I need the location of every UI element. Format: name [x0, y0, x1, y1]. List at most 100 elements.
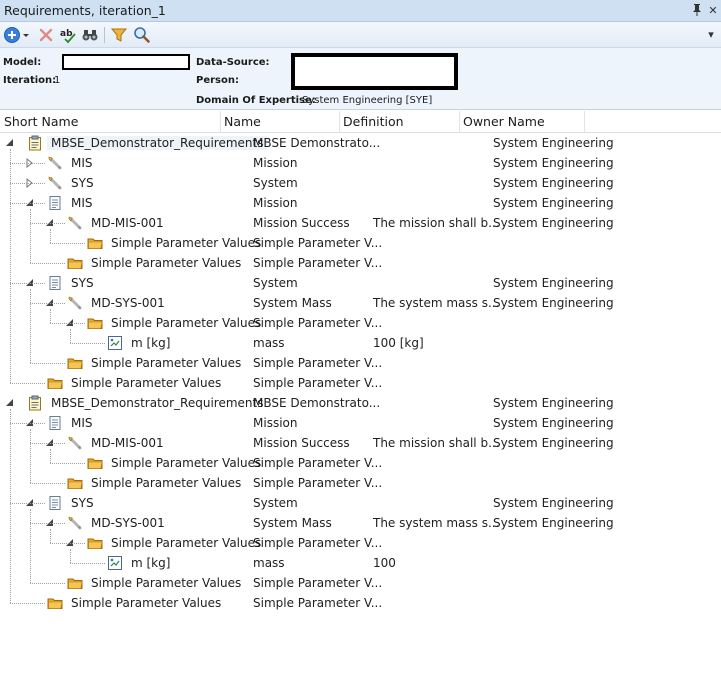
tree-row[interactable]: MBSE_Demonstrator_Requirements MBSE Demon…	[0, 133, 721, 153]
tree-row[interactable]: Simple Parameter Values Simple Parameter …	[0, 313, 721, 333]
tree-row[interactable]: SYS System System Engineering	[0, 493, 721, 513]
grid-header: Short Name Name Definition Owner Name	[0, 111, 721, 133]
tree-connector-line	[70, 343, 105, 344]
window-titlebar: Requirements, iteration_1 ✕	[0, 0, 721, 22]
owner-name-cell: System Engineering	[493, 196, 614, 210]
owner-name-cell: System Engineering	[493, 136, 614, 150]
tree-row[interactable]: Simple Parameter Values Simple Parameter …	[0, 593, 721, 613]
parameter-icon	[107, 335, 123, 351]
tree-row[interactable]: Simple Parameter Values Simple Parameter …	[0, 373, 721, 393]
tree-row[interactable]: MIS Mission System Engineering	[0, 153, 721, 173]
pin-icon[interactable]	[690, 3, 704, 18]
toolbar-overflow-chevron-icon[interactable]: ▾	[704, 27, 718, 42]
short-name-cell: MIS	[71, 196, 93, 210]
name-cell: mass	[253, 336, 285, 350]
tree-row[interactable]: Simple Parameter Values Simple Parameter …	[0, 473, 721, 493]
tree-row[interactable]: Simple Parameter Values Simple Parameter …	[0, 233, 721, 253]
column-header-short-name[interactable]: Short Name	[4, 114, 78, 129]
tree-connector-line	[50, 323, 85, 324]
name-cell: System Mass	[253, 296, 332, 310]
add-icon[interactable]	[3, 26, 21, 44]
tree-connector-line	[10, 423, 45, 424]
definition-cell: 100	[373, 556, 396, 570]
delete-icon[interactable]	[37, 26, 55, 44]
iteration-label: Iteration:	[3, 75, 57, 86]
column-divider[interactable]	[584, 111, 585, 133]
folder-icon	[47, 375, 63, 391]
name-cell: Simple Parameter V...	[253, 376, 383, 390]
tree-connector-line	[10, 149, 11, 383]
short-name-cell: MIS	[71, 416, 93, 430]
short-name-cell: Simple Parameter Values	[111, 236, 262, 250]
tree-row[interactable]: Simple Parameter Values Simple Parameter …	[0, 533, 721, 553]
column-header-owner-name[interactable]: Owner Name	[463, 114, 545, 129]
tree-row[interactable]: MIS Mission System Engineering	[0, 413, 721, 433]
tree-row[interactable]: MD-SYS-001 System Mass The system mass s..…	[0, 293, 721, 313]
wrench-icon	[67, 295, 83, 311]
name-cell: Mission	[253, 416, 298, 430]
spellcheck-icon[interactable]: ab	[59, 26, 77, 44]
tree-row[interactable]: Simple Parameter Values Simple Parameter …	[0, 573, 721, 593]
tree-row[interactable]: MD-MIS-001 Mission Success The mission sha…	[0, 213, 721, 233]
magnifier-icon[interactable]	[133, 26, 151, 44]
short-name-cell: MBSE_Demonstrator_Requirements	[47, 136, 268, 150]
domain-value: System Engineering [SYE]	[302, 95, 433, 106]
tree-connector-line	[30, 289, 31, 363]
toolbar-separator	[104, 27, 105, 43]
tree-connector-line	[30, 263, 65, 264]
tree-row[interactable]: Simple Parameter Values Simple Parameter …	[0, 453, 721, 473]
person-label: Person:	[196, 75, 239, 86]
column-divider[interactable]	[339, 111, 340, 133]
column-divider[interactable]	[220, 111, 221, 133]
document-icon	[47, 415, 63, 431]
collapse-toggle-icon[interactable]	[5, 398, 15, 408]
tree-connector-line	[10, 603, 45, 604]
tree-connector-line	[10, 383, 45, 384]
short-name-cell: m [kg]	[131, 336, 171, 350]
owner-name-cell: System Engineering	[493, 216, 614, 230]
name-cell: Simple Parameter V...	[253, 476, 383, 490]
tree-row[interactable]: MD-SYS-001 System Mass The system mass s..…	[0, 513, 721, 533]
collapse-toggle-icon[interactable]	[5, 138, 15, 148]
tree-row[interactable]: m [kg] mass 100 [kg]	[0, 333, 721, 353]
tree-connector-line	[50, 449, 51, 463]
name-cell: Mission	[253, 156, 298, 170]
name-cell: Simple Parameter V...	[253, 236, 383, 250]
short-name-cell: MD-MIS-001	[91, 216, 164, 230]
tree-connector-line	[50, 229, 51, 243]
tree-connector-line	[30, 443, 65, 444]
tree-row[interactable]: Simple Parameter Values Simple Parameter …	[0, 253, 721, 273]
tree-row[interactable]: SYS System System Engineering	[0, 173, 721, 193]
wrench-icon	[67, 215, 83, 231]
definition-cell: The system mass s...	[373, 296, 500, 310]
definition-cell: The system mass s...	[373, 516, 500, 530]
add-dropdown-arrow[interactable]	[21, 26, 31, 44]
folder-icon	[47, 595, 63, 611]
tree-connector-line	[50, 309, 51, 323]
column-header-name[interactable]: Name	[224, 114, 261, 129]
filter-icon[interactable]	[110, 26, 128, 44]
column-header-definition[interactable]: Definition	[343, 114, 404, 129]
tree-row[interactable]: Simple Parameter Values Simple Parameter …	[0, 353, 721, 373]
close-icon[interactable]: ✕	[706, 3, 720, 18]
tree-row[interactable]: SYS System System Engineering	[0, 273, 721, 293]
short-name-cell: MD-MIS-001	[91, 436, 164, 450]
name-cell: Simple Parameter V...	[253, 536, 383, 550]
column-divider[interactable]	[459, 111, 460, 133]
definition-cell: The mission shall b...	[373, 216, 500, 230]
name-cell: mass	[253, 556, 285, 570]
document-icon	[47, 195, 63, 211]
tree-row[interactable]: MD-MIS-001 Mission Success The mission sha…	[0, 433, 721, 453]
folder-icon	[87, 235, 103, 251]
wrench-icon	[67, 515, 83, 531]
tree-connector-line	[30, 583, 65, 584]
binoculars-icon[interactable]	[81, 26, 99, 44]
short-name-cell: Simple Parameter Values	[111, 316, 262, 330]
folder-icon	[67, 575, 83, 591]
tree-row[interactable]: MIS Mission System Engineering	[0, 193, 721, 213]
tree-row[interactable]: MBSE_Demonstrator_Requirements MBSE Demon…	[0, 393, 721, 413]
datasource-label: Data-Source:	[196, 57, 270, 68]
tree-row[interactable]: m [kg] mass 100	[0, 553, 721, 573]
tree-connector-line	[30, 523, 65, 524]
tree-connector-line	[30, 209, 31, 263]
